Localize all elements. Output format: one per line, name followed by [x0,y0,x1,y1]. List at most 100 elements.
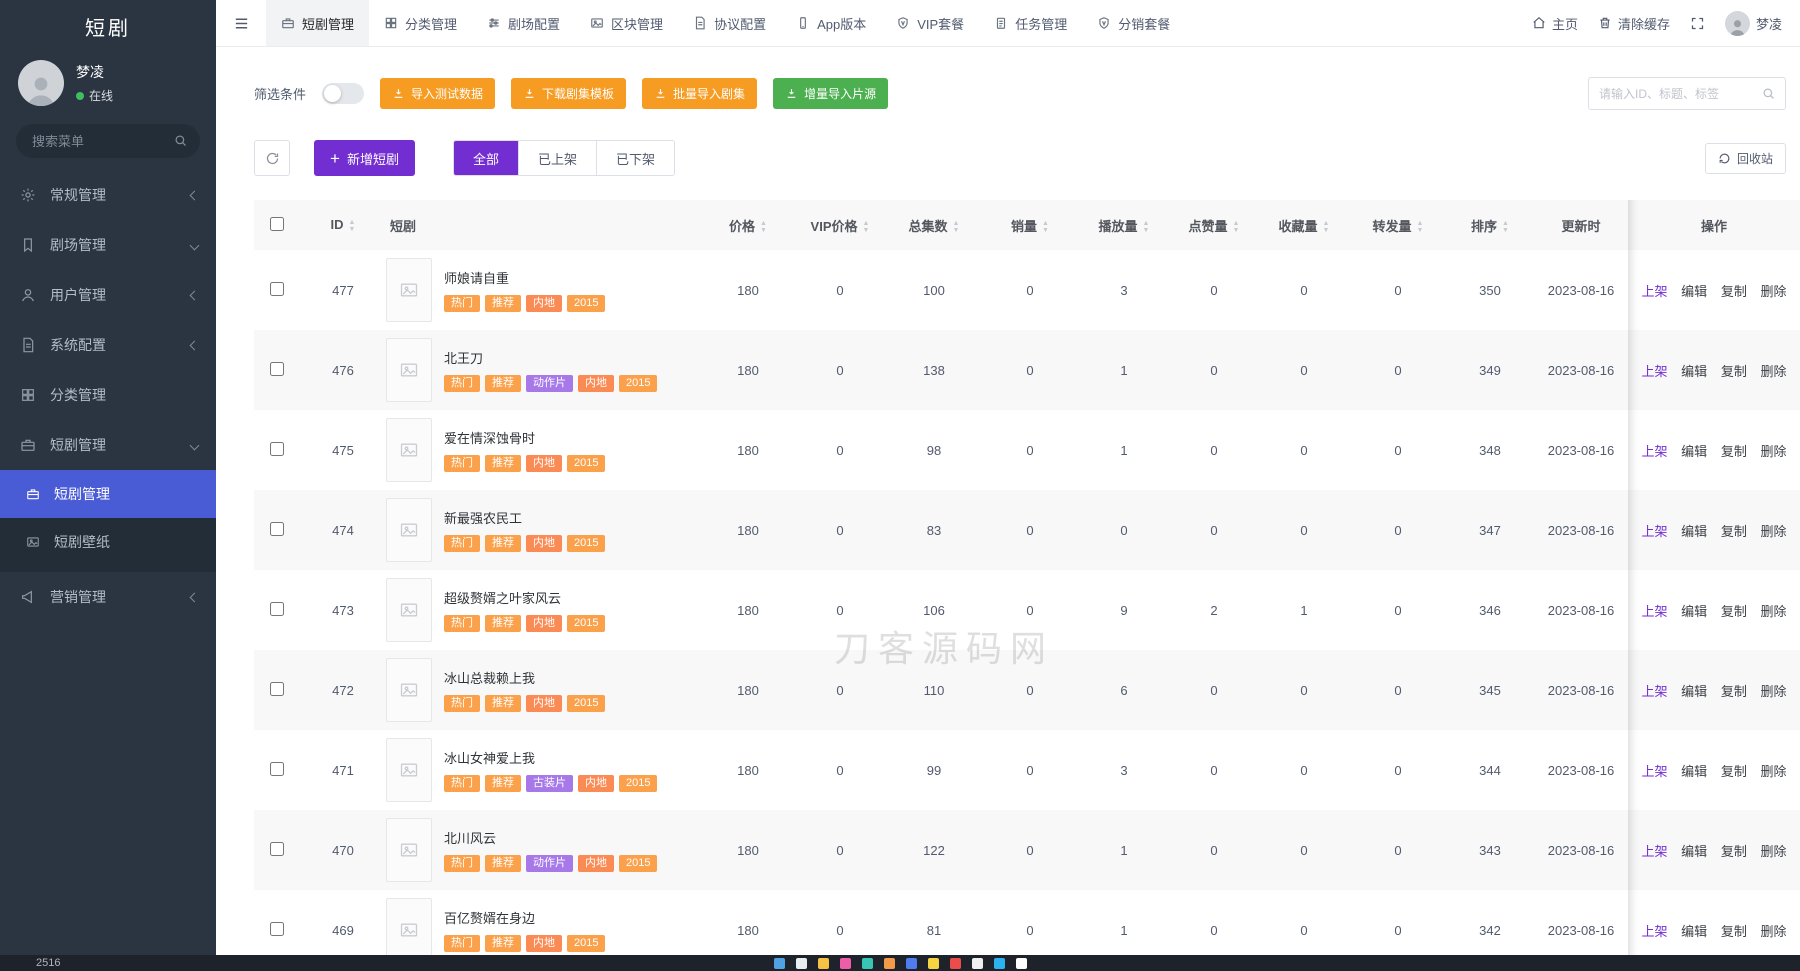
fullscreen-icon[interactable] [1690,16,1705,31]
action-edit[interactable]: 编辑 [1681,524,1707,539]
add-drama-button[interactable]: + 新增短剧 [314,140,415,176]
row-checkbox[interactable] [270,362,284,376]
action-delete[interactable]: 删除 [1760,364,1786,379]
row-checkbox[interactable] [270,602,284,616]
hamburger-icon[interactable] [216,0,266,46]
action-copy[interactable]: 复制 [1721,444,1747,459]
poster-thumbnail[interactable] [386,738,432,802]
sort-icon[interactable]: ▲▼ [1143,220,1150,234]
sort-icon[interactable]: ▲▼ [1233,220,1240,234]
action-delete[interactable]: 删除 [1760,524,1786,539]
profile-menu[interactable]: 梦凌 [1725,11,1782,36]
sort-icon[interactable]: ▲▼ [1502,220,1509,234]
select-all-checkbox[interactable] [270,217,284,231]
user-avatar[interactable] [18,60,64,106]
sidebar-item-general[interactable]: 常规管理 [0,170,216,220]
action-copy[interactable]: 复制 [1721,604,1747,619]
poster-thumbnail[interactable] [386,658,432,722]
incremental-import-button[interactable]: 增量导入片源 [773,78,888,109]
action-publish[interactable]: 上架 [1642,764,1668,779]
action-copy[interactable]: 复制 [1721,684,1747,699]
sort-icon[interactable]: ▲▼ [953,220,960,234]
import-test-data-button[interactable]: 导入测试数据 [380,78,495,109]
submenu-item-drama-wallpaper[interactable]: 短剧壁纸 [0,518,216,566]
refresh-button[interactable] [254,140,290,176]
sidebar-item-theater[interactable]: 剧场管理 [0,220,216,270]
poster-thumbnail[interactable] [386,338,432,402]
tab-published[interactable]: 已上架 [518,141,596,175]
poster-thumbnail[interactable] [386,498,432,562]
taskbar-app-icon[interactable] [1016,958,1027,969]
action-delete[interactable]: 删除 [1760,924,1786,939]
batch-import-button[interactable]: 批量导入剧集 [642,78,757,109]
action-publish[interactable]: 上架 [1642,524,1668,539]
sidebar-item-drama-management[interactable]: 短剧管理 [0,420,216,470]
taskbar-app-icon[interactable] [884,958,895,969]
download-template-button[interactable]: 下载剧集模板 [511,78,626,109]
action-delete[interactable]: 删除 [1760,284,1786,299]
tab-vip-package[interactable]: VIP套餐 [881,0,979,46]
submenu-item-drama-management[interactable]: 短剧管理 [0,470,216,518]
sort-icon[interactable]: ▲▼ [349,219,356,233]
action-edit[interactable]: 编辑 [1681,604,1707,619]
taskbar-app-icon[interactable] [994,958,1005,969]
sidebar-item-marketing[interactable]: 营销管理 [0,572,216,622]
tab-unpublished[interactable]: 已下架 [596,141,674,175]
action-edit[interactable]: 编辑 [1681,444,1707,459]
action-publish[interactable]: 上架 [1642,284,1668,299]
action-copy[interactable]: 复制 [1721,764,1747,779]
row-checkbox[interactable] [270,842,284,856]
taskbar-app-icon[interactable] [840,958,851,969]
poster-thumbnail[interactable] [386,418,432,482]
tab-theater-config[interactable]: 剧场配置 [472,0,575,46]
sort-icon[interactable]: ▲▼ [1417,220,1424,234]
clear-cache-link[interactable]: 清除缓存 [1598,14,1670,33]
action-edit[interactable]: 编辑 [1681,924,1707,939]
action-delete[interactable]: 删除 [1760,604,1786,619]
action-delete[interactable]: 删除 [1760,684,1786,699]
poster-thumbnail[interactable] [386,578,432,642]
action-copy[interactable]: 复制 [1721,364,1747,379]
tab-task-management[interactable]: 任务管理 [979,0,1082,46]
poster-thumbnail[interactable] [386,258,432,322]
row-checkbox[interactable] [270,442,284,456]
poster-thumbnail[interactable] [386,898,432,962]
taskbar-app-icon[interactable] [906,958,917,969]
row-checkbox[interactable] [270,922,284,936]
action-copy[interactable]: 复制 [1721,844,1747,859]
taskbar-app-icon[interactable] [818,958,829,969]
action-edit[interactable]: 编辑 [1681,764,1707,779]
poster-thumbnail[interactable] [386,818,432,882]
action-publish[interactable]: 上架 [1642,604,1668,619]
action-delete[interactable]: 删除 [1760,844,1786,859]
tab-drama-management[interactable]: 短剧管理 [266,0,369,46]
action-edit[interactable]: 编辑 [1681,844,1707,859]
tab-category-management[interactable]: 分类管理 [369,0,472,46]
tab-distribution-package[interactable]: 分销套餐 [1082,0,1185,46]
sort-icon[interactable]: ▲▼ [1042,220,1049,234]
action-publish[interactable]: 上架 [1642,844,1668,859]
action-copy[interactable]: 复制 [1721,924,1747,939]
action-delete[interactable]: 删除 [1760,444,1786,459]
sidebar-item-system-config[interactable]: 系统配置 [0,320,216,370]
action-edit[interactable]: 编辑 [1681,684,1707,699]
row-checkbox[interactable] [270,762,284,776]
taskbar-app-icon[interactable] [972,958,983,969]
sort-icon[interactable]: ▲▼ [760,220,767,234]
recycle-bin-button[interactable]: 回收站 [1705,143,1786,174]
tab-app-version[interactable]: App版本 [781,0,881,46]
search-icon[interactable] [1761,86,1776,101]
tab-block-management[interactable]: 区块管理 [575,0,678,46]
table-search-input[interactable] [1588,77,1786,110]
taskbar-app-icon[interactable] [928,958,939,969]
action-publish[interactable]: 上架 [1642,444,1668,459]
home-link[interactable]: 主页 [1532,14,1578,33]
row-checkbox[interactable] [270,682,284,696]
row-checkbox[interactable] [270,282,284,296]
action-publish[interactable]: 上架 [1642,364,1668,379]
tab-all[interactable]: 全部 [454,141,518,175]
sidebar-item-categories[interactable]: 分类管理 [0,370,216,420]
action-copy[interactable]: 复制 [1721,284,1747,299]
search-icon[interactable] [173,133,188,148]
action-publish[interactable]: 上架 [1642,684,1668,699]
